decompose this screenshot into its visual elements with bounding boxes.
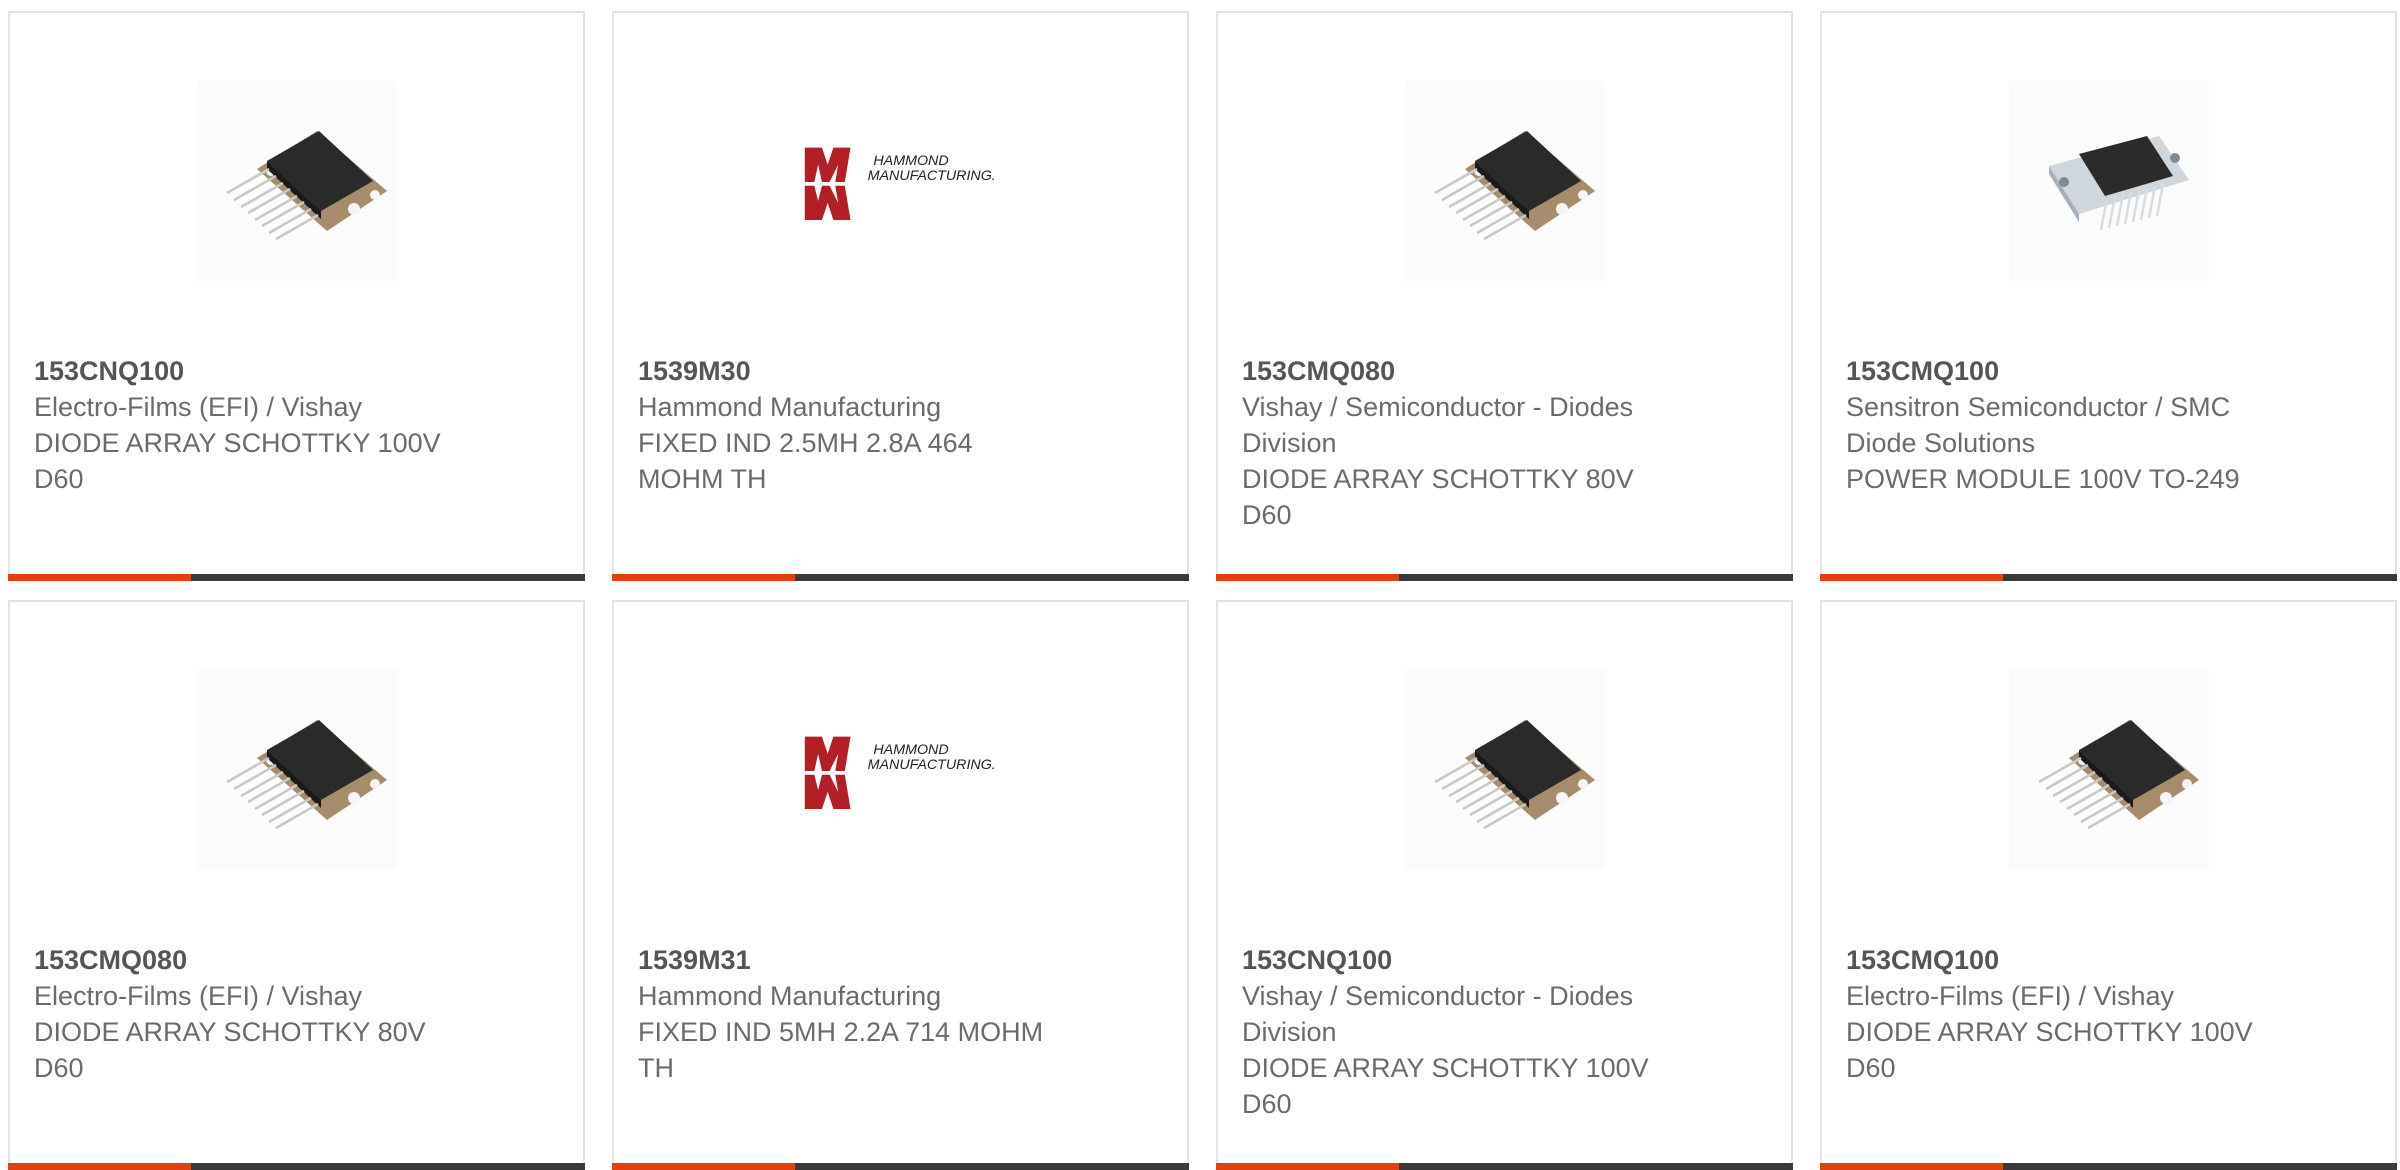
hammond-logo: HAMMOND MANUFACTURING. <box>804 147 995 221</box>
part-number[interactable]: 153CMQ080 <box>34 942 454 978</box>
description: FIXED IND 5MH 2.2A 714 MOHM TH <box>638 1017 1044 1083</box>
manufacturer: Hammond Manufacturing <box>638 392 942 422</box>
part-number[interactable]: 153CMQ080 <box>1242 353 1662 389</box>
product-info: 153CNQ100 Electro-Films (EFI) / Vishay D… <box>34 353 454 497</box>
diode-module-icon <box>225 718 388 830</box>
product-grid: 153CNQ100 Electro-Films (EFI) / Vishay D… <box>0 0 2400 1170</box>
product-image[interactable] <box>2008 81 2209 281</box>
part-number[interactable]: 1539M30 <box>638 353 1058 389</box>
manufacturer: Electro-Films (EFI) / Vishay <box>34 981 363 1011</box>
description: DIODE ARRAY SCHOTTKY 100V D60 <box>34 428 441 494</box>
product-image[interactable] <box>196 81 397 281</box>
diode-module-icon <box>225 129 388 241</box>
product-card[interactable]: 153CMQ100 Electro-Films (EFI) / Vishay D… <box>1820 600 2397 1170</box>
card-accent-bar <box>612 574 795 581</box>
svg-text:HAMMOND: HAMMOND <box>873 742 948 758</box>
manufacturer: Hammond Manufacturing <box>638 981 942 1011</box>
product-card[interactable]: 153CNQ100 Vishay / Semiconductor - Diode… <box>1216 600 1793 1170</box>
diode-module-icon <box>2037 718 2200 830</box>
manufacturer: Vishay / Semiconductor - Diodes Division <box>1242 392 1634 458</box>
diode-module-icon <box>1433 129 1596 241</box>
product-card[interactable]: 153CNQ100 Electro-Films (EFI) / Vishay D… <box>8 11 585 581</box>
product-card[interactable]: HAMMOND MANUFACTURING. 1539M30 Hammond M… <box>612 11 1189 581</box>
product-card[interactable]: 153CMQ080 Vishay / Semiconductor - Diode… <box>1216 11 1793 581</box>
product-image[interactable] <box>2008 670 2209 870</box>
product-info: 153CNQ100 Vishay / Semiconductor - Diode… <box>1242 942 1662 1122</box>
manufacturer: Sensitron Semiconductor / SMC Diode Solu… <box>1846 392 2231 458</box>
power-module-icon <box>2047 134 2190 232</box>
card-footer-bar <box>8 574 585 581</box>
manufacturer: Vishay / Semiconductor - Diodes Division <box>1242 981 1634 1047</box>
product-info: 153CMQ100 Electro-Films (EFI) / Vishay D… <box>1846 942 2266 1086</box>
svg-text:MANUFACTURING.: MANUFACTURING. <box>867 757 995 773</box>
card-footer-bar <box>612 574 1189 581</box>
part-number[interactable]: 153CNQ100 <box>34 353 454 389</box>
description: DIODE ARRAY SCHOTTKY 80V D60 <box>34 1017 426 1083</box>
product-info: 1539M30 Hammond Manufacturing FIXED IND … <box>638 353 1058 497</box>
description: DIODE ARRAY SCHOTTKY 80V D60 <box>1242 464 1634 530</box>
manufacturer: Electro-Films (EFI) / Vishay <box>1846 981 2175 1011</box>
card-accent-bar <box>1820 574 2003 581</box>
diode-module-icon <box>1433 718 1596 830</box>
part-number[interactable]: 153CNQ100 <box>1242 942 1662 978</box>
description: POWER MODULE 100V TO-249 <box>1846 464 2240 494</box>
card-footer-bar <box>1820 574 2397 581</box>
product-image[interactable]: HAMMOND MANUFACTURING. <box>800 81 1001 281</box>
svg-text:MANUFACTURING.: MANUFACTURING. <box>867 168 995 184</box>
product-info: 153CMQ080 Vishay / Semiconductor - Diode… <box>1242 353 1662 533</box>
card-accent-bar <box>1216 574 1399 581</box>
product-info: 153CMQ100 Sensitron Semiconductor / SMC … <box>1846 353 2266 497</box>
part-number[interactable]: 1539M31 <box>638 942 1058 978</box>
product-card[interactable]: HAMMOND MANUFACTURING. 1539M31 Hammond M… <box>612 600 1189 1170</box>
part-number[interactable]: 153CMQ100 <box>1846 353 2266 389</box>
svg-text:HAMMOND: HAMMOND <box>873 153 948 169</box>
card-accent-bar <box>8 574 191 581</box>
card-footer-bar <box>1216 574 1793 581</box>
product-image[interactable] <box>1404 81 1605 281</box>
product-info: 153CMQ080 Electro-Films (EFI) / Vishay D… <box>34 942 454 1086</box>
description: FIXED IND 2.5MH 2.8A 464 MOHM TH <box>638 428 973 494</box>
description: DIODE ARRAY SCHOTTKY 100V D60 <box>1846 1017 2253 1083</box>
hammond-logo: HAMMOND MANUFACTURING. <box>804 736 995 810</box>
product-image[interactable] <box>196 670 397 870</box>
description: DIODE ARRAY SCHOTTKY 100V D60 <box>1242 1053 1649 1119</box>
product-image[interactable] <box>1404 670 1605 870</box>
product-card[interactable]: 153CMQ100 Sensitron Semiconductor / SMC … <box>1820 11 2397 581</box>
product-card[interactable]: 153CMQ080 Electro-Films (EFI) / Vishay D… <box>8 600 585 1170</box>
product-image[interactable]: HAMMOND MANUFACTURING. <box>800 670 1001 870</box>
product-info: 1539M31 Hammond Manufacturing FIXED IND … <box>638 942 1058 1086</box>
manufacturer: Electro-Films (EFI) / Vishay <box>34 392 363 422</box>
part-number[interactable]: 153CMQ100 <box>1846 942 2266 978</box>
